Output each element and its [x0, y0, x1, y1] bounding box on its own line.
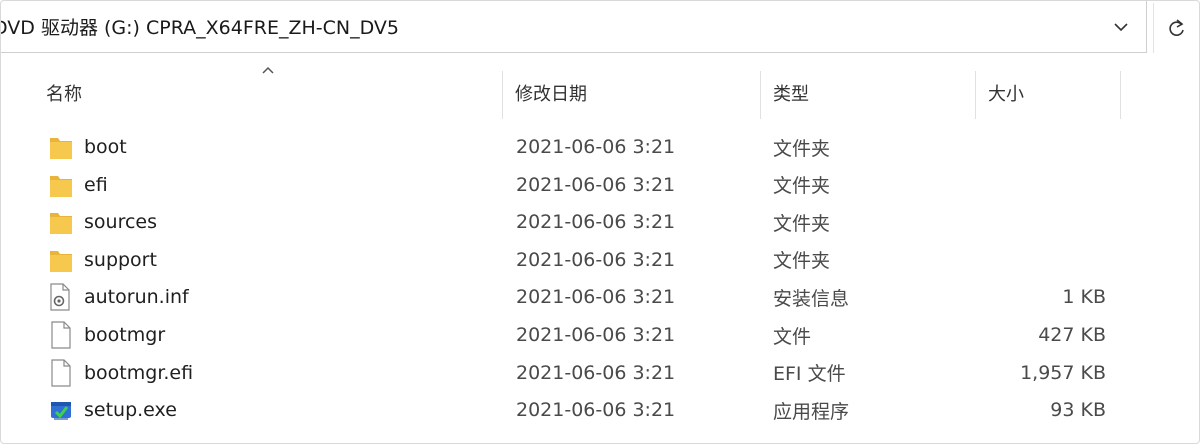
file-icon	[47, 355, 75, 391]
file-type: EFI 文件	[773, 363, 846, 386]
folder-icon	[47, 129, 75, 165]
file-size: 427 KB	[1038, 324, 1106, 346]
file-name: sources	[84, 211, 157, 234]
file-size: 1,957 KB	[1020, 361, 1106, 384]
file-type: 安装信息	[773, 287, 850, 310]
file-row[interactable]: bootmgr.efi 2021-06-06 3:21 EFI 文件 1,957 KB	[41, 355, 1121, 391]
file-date: 2021-06-06 3:21	[516, 361, 676, 384]
file-explorer-window: DVD 驱动器 (G:) CPRA_X64FRE_ZH-CN_DV5 名称 修改…	[0, 0, 1200, 444]
folder-icon	[47, 242, 75, 278]
file-row[interactable]: boot 2021-06-06 3:21 文件夹	[41, 129, 1121, 165]
column-header-name-label: 名称	[46, 84, 82, 105]
file-row[interactable]: setup.exe 2021-06-06 3:21 应用程序 93 KB	[41, 392, 1121, 428]
file-row[interactable]: sources 2021-06-06 3:21 文件夹	[41, 204, 1121, 240]
file-date: 2021-06-06 3:21	[516, 324, 676, 346]
file-name: bootmgr.efi	[84, 361, 194, 384]
file-type: 文件	[773, 325, 812, 348]
file-type: 文件夹	[773, 137, 831, 160]
setup-exe-icon	[47, 392, 75, 428]
address-path[interactable]: DVD 驱动器 (G:) CPRA_X64FRE_ZH-CN_DV5	[1, 13, 399, 40]
file-type: 文件夹	[773, 175, 831, 198]
column-header-date[interactable]: 修改日期	[503, 63, 758, 123]
file-date: 2021-06-06 3:21	[516, 173, 676, 196]
file-date: 2021-06-06 3:21	[516, 248, 676, 271]
column-header-type[interactable]: 类型	[761, 63, 974, 123]
file-type: 文件夹	[773, 212, 831, 235]
column-header-size[interactable]: 大小	[976, 63, 1119, 123]
file-row[interactable]: efi 2021-06-06 3:21 文件夹	[41, 167, 1121, 203]
column-header-size-label: 大小	[988, 84, 1024, 105]
file-date: 2021-06-06 3:21	[516, 286, 676, 309]
file-name: efi	[84, 173, 108, 196]
settings-file-icon	[47, 279, 75, 315]
file-name: boot	[84, 136, 127, 158]
file-name: support	[84, 248, 157, 271]
file-type: 文件夹	[773, 250, 831, 273]
folder-icon	[47, 204, 75, 240]
file-type: 应用程序	[773, 400, 850, 423]
file-size: 93 KB	[1050, 399, 1106, 422]
file-date: 2021-06-06 3:21	[516, 399, 676, 422]
column-header-date-label: 修改日期	[515, 84, 587, 105]
file-size: 1 KB	[1062, 286, 1106, 309]
folder-icon	[47, 167, 75, 203]
address-bar[interactable]: DVD 驱动器 (G:) CPRA_X64FRE_ZH-CN_DV5	[1, 1, 1147, 53]
column-header-name[interactable]: 名称	[34, 63, 499, 123]
file-name: setup.exe	[84, 399, 177, 422]
address-dropdown-button[interactable]	[1101, 9, 1141, 45]
chevron-down-icon	[1114, 23, 1128, 32]
refresh-button[interactable]	[1153, 3, 1199, 53]
column-header-type-label: 类型	[773, 84, 809, 105]
column-separator[interactable]	[1120, 71, 1121, 119]
file-name: autorun.inf	[84, 286, 189, 309]
refresh-icon	[1169, 19, 1184, 36]
file-date: 2021-06-06 3:21	[516, 136, 676, 158]
column-header-row: 名称 修改日期 类型 大小	[1, 63, 1199, 123]
file-row[interactable]: bootmgr 2021-06-06 3:21 文件 427 KB	[41, 317, 1121, 353]
file-row[interactable]: support 2021-06-06 3:21 文件夹	[41, 242, 1121, 278]
file-date: 2021-06-06 3:21	[516, 211, 676, 234]
file-name: bootmgr	[84, 324, 166, 346]
file-row[interactable]: autorun.inf 2021-06-06 3:21 安装信息 1 KB	[41, 279, 1121, 315]
file-icon	[47, 317, 75, 353]
